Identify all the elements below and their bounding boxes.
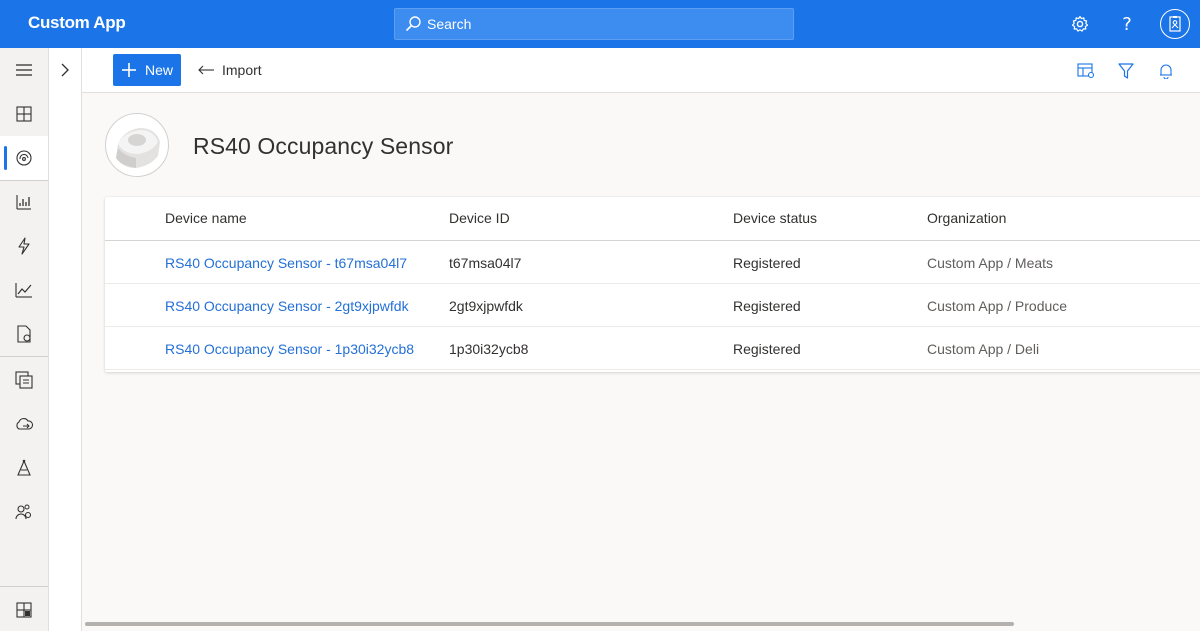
new-button-label: New — [145, 62, 174, 78]
settings-icon[interactable] — [1067, 11, 1093, 37]
device-image — [105, 113, 169, 177]
device-name-link[interactable]: RS40 Occupancy Sensor - t67msa04l7 — [165, 255, 407, 271]
rules-icon[interactable] — [0, 224, 48, 268]
notifications-icon[interactable] — [1155, 60, 1177, 82]
plus-icon — [122, 63, 136, 77]
search-box[interactable]: Search — [394, 8, 794, 40]
organization-cell: Custom App / Produce — [927, 298, 1068, 314]
page-title: RS40 Occupancy Sensor — [193, 133, 454, 159]
column-header-device-name[interactable]: Device name — [165, 210, 247, 226]
account-icon[interactable] — [1160, 9, 1190, 39]
device-status-cell: Registered — [733, 255, 801, 271]
top-header: Custom App Search ? — [0, 0, 1200, 48]
column-header-device-id[interactable]: Device ID — [449, 210, 510, 226]
device-groups-icon[interactable] — [0, 180, 48, 224]
import-button[interactable]: Import — [197, 54, 262, 86]
app-title[interactable]: Custom App — [28, 13, 126, 33]
dashboard-icon[interactable] — [0, 92, 48, 136]
device-id-cell: 2gt9xjpwfdk — [449, 298, 523, 314]
new-button[interactable]: New — [113, 54, 181, 86]
filter-icon[interactable] — [1115, 60, 1137, 82]
devices-icon[interactable] — [0, 136, 48, 180]
search-placeholder: Search — [427, 16, 472, 32]
organization-cell: Custom App / Deli — [927, 341, 1040, 357]
edit-columns-icon[interactable] — [1075, 60, 1097, 82]
device-id-cell: 1p30i32ycb8 — [449, 341, 529, 357]
table-row[interactable]: RS40 Occupancy Sensor - 1p30i32ycb8 1p30… — [105, 327, 1200, 370]
devices-table: Device name Device ID Device status Orga… — [105, 197, 1200, 372]
command-bar: New Import — [82, 48, 1200, 93]
table-row[interactable]: RS40 Occupancy Sensor - t67msa04l7 t67ms… — [105, 241, 1200, 284]
jobs-icon[interactable] — [0, 312, 48, 356]
device-connection-icon[interactable] — [0, 446, 48, 490]
device-id-cell: t67msa04l7 — [449, 255, 522, 271]
device-status-cell: Registered — [733, 298, 801, 314]
help-icon[interactable]: ? — [1114, 11, 1140, 37]
menu-icon[interactable] — [0, 48, 48, 92]
organization-cell: Custom App / Meats — [927, 255, 1054, 271]
analytics-icon[interactable] — [0, 268, 48, 312]
device-templates-icon[interactable] — [0, 358, 48, 402]
search-icon — [405, 16, 421, 32]
device-name-link[interactable]: RS40 Occupancy Sensor - 2gt9xjpwfdk — [165, 298, 409, 314]
secondary-panel — [49, 48, 82, 631]
horizontal-scrollbar[interactable] — [85, 622, 1014, 626]
data-export-icon[interactable] — [0, 402, 48, 446]
users-roles-icon[interactable] — [0, 490, 48, 534]
import-button-label: Import — [222, 62, 262, 78]
import-arrow-icon — [198, 65, 214, 75]
settings-footer-icon[interactable] — [0, 588, 48, 631]
device-name-link[interactable]: RS40 Occupancy Sensor - 1p30i32ycb8 — [165, 341, 414, 357]
column-header-device-status[interactable]: Device status — [733, 210, 817, 226]
chevron-right-icon[interactable] — [49, 56, 81, 84]
device-status-cell: Registered — [733, 341, 801, 357]
column-header-organization[interactable]: Organization — [927, 210, 1006, 226]
table-row[interactable]: RS40 Occupancy Sensor - 2gt9xjpwfdk 2gt9… — [105, 284, 1200, 327]
left-nav-rail — [0, 48, 49, 631]
